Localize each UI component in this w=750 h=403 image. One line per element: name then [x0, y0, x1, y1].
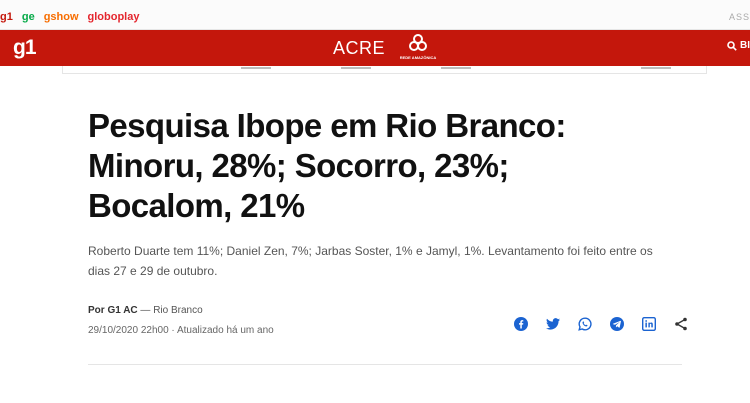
ad-mark: [641, 67, 671, 69]
affiliate-logo[interactable]: REDE AMAZÔNICA: [397, 34, 439, 62]
portal-link-ge[interactable]: ge: [22, 11, 35, 23]
share-linkedin-button[interactable]: [633, 315, 665, 333]
portal-link-g1[interactable]: g1: [0, 11, 13, 23]
portal-link-globoplay[interactable]: globoplay: [88, 11, 140, 23]
article-subtitle: Roberto Duarte tem 11%; Daniel Zen, 7%; …: [88, 244, 653, 278]
affiliate-name: REDE AMAZÔNICA: [399, 55, 437, 60]
ad-strip: [62, 66, 707, 74]
region-name[interactable]: ACRE: [333, 38, 385, 59]
facebook-icon: [514, 317, 528, 331]
share-facebook-button[interactable]: [505, 315, 537, 333]
whatsapp-icon: [578, 317, 592, 331]
content-divider: [88, 364, 682, 365]
telegram-icon: [610, 317, 624, 331]
linkedin-icon: [642, 317, 656, 331]
article-title: Pesquisa Ibope em Rio Branco: Minoru, 28…: [88, 107, 566, 224]
site-header: g1 ACRE REDE AMAZÔNICA BI: [0, 30, 750, 66]
twitter-icon: [546, 318, 560, 330]
ad-mark: [341, 67, 371, 69]
globo-portals-bar: g1 ge gshow globoplay ASS: [0, 0, 750, 30]
ad-mark: [441, 67, 471, 69]
share-icon: [675, 317, 687, 331]
portal-links: g1 ge gshow globoplay: [0, 11, 139, 23]
share-whatsapp-button[interactable]: [569, 315, 601, 333]
share-more-button[interactable]: [665, 315, 697, 333]
rede-amazonica-icon: [409, 34, 427, 51]
subscribe-link[interactable]: ASS: [729, 12, 750, 22]
share-telegram-button[interactable]: [601, 315, 633, 333]
search-label: BI: [740, 40, 750, 51]
share-twitter-button[interactable]: [537, 315, 569, 333]
portal-link-gshow[interactable]: gshow: [44, 11, 79, 23]
g1-logo[interactable]: g1: [13, 36, 36, 60]
article-dateline: 29/10/2020 22h00 · Atualizado há um ano: [88, 325, 274, 336]
search-button[interactable]: BI: [727, 40, 750, 51]
article-author: Por G1 AC — Rio Branco: [88, 305, 203, 316]
author-name: Por G1 AC: [88, 305, 138, 316]
ad-mark: [241, 67, 271, 69]
author-location: — Rio Branco: [137, 305, 203, 316]
search-icon: [727, 40, 737, 51]
share-bar: [505, 315, 697, 333]
